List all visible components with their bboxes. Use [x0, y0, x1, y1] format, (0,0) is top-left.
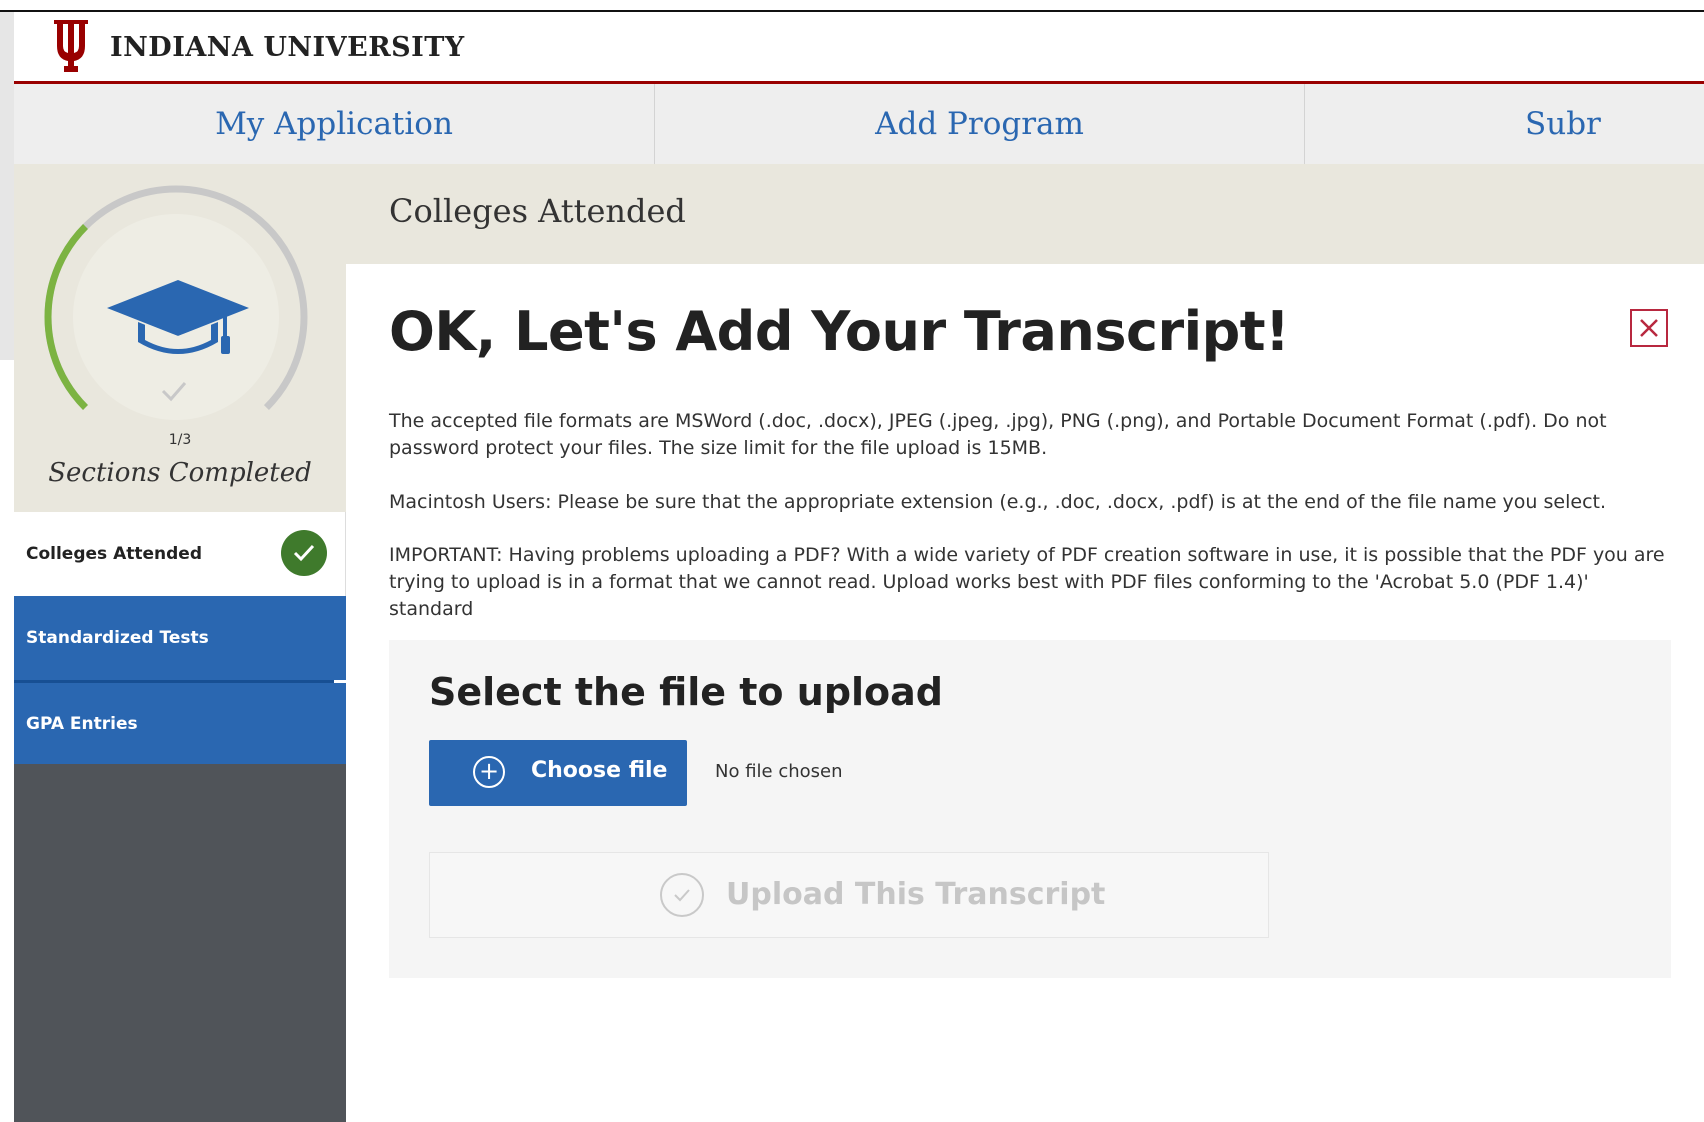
main-nav: My Application Add Program Subr — [14, 84, 1704, 165]
sidebar-item-label: Standardized Tests — [26, 628, 209, 648]
completed-check-icon — [281, 530, 327, 576]
sidebar-item-standardized-tests[interactable]: Standardized Tests — [14, 596, 346, 680]
plus-icon: + — [473, 756, 505, 788]
tab-add-program[interactable]: Add Program — [655, 84, 1304, 164]
check-circle-icon — [660, 873, 704, 917]
file-format-info: The accepted file formats are MSWord (.d… — [389, 410, 1607, 459]
brand-header: INDIANA UNIVERSITY — [14, 12, 1704, 84]
choose-file-label: Choose file — [531, 758, 668, 783]
tab-submit[interactable]: Subr — [1305, 84, 1704, 164]
iu-trident-logo — [48, 16, 94, 76]
progress-label: Sections Completed — [48, 458, 312, 488]
window-top — [0, 0, 1704, 10]
upload-transcript-label: Upload This Transcript — [726, 877, 1106, 912]
upload-heading: Select the file to upload — [429, 670, 944, 714]
sidebar-empty-area — [14, 764, 346, 1122]
close-icon — [1640, 319, 1658, 337]
pdf-important-info: IMPORTANT: Having problems uploading a P… — [389, 544, 1665, 620]
upload-transcript-button[interactable]: Upload This Transcript — [429, 852, 1269, 938]
progress-fraction: 1/3 — [168, 432, 192, 448]
sidebar-item-label: GPA Entries — [26, 713, 138, 734]
sidebar-item-label: Colleges Attended — [26, 544, 202, 564]
choose-file-button[interactable]: + Choose file — [429, 740, 687, 806]
section-title: Colleges Attended — [389, 192, 686, 230]
graduation-cap-icon — [107, 280, 249, 354]
file-status: No file chosen — [715, 761, 843, 782]
close-button[interactable] — [1630, 309, 1668, 347]
check-icon — [161, 382, 187, 402]
mac-users-info: Macintosh Users: Please be sure that the… — [389, 491, 1607, 513]
left-gutter-lower — [0, 360, 14, 1122]
sidebar-item-gpa-entries[interactable]: GPA Entries — [14, 683, 346, 764]
left-gutter — [0, 12, 14, 360]
brand-name: INDIANA UNIVERSITY — [110, 32, 465, 63]
tab-my-application[interactable]: My Application — [14, 84, 654, 164]
page-title: OK, Let's Add Your Transcript! — [389, 300, 1290, 363]
